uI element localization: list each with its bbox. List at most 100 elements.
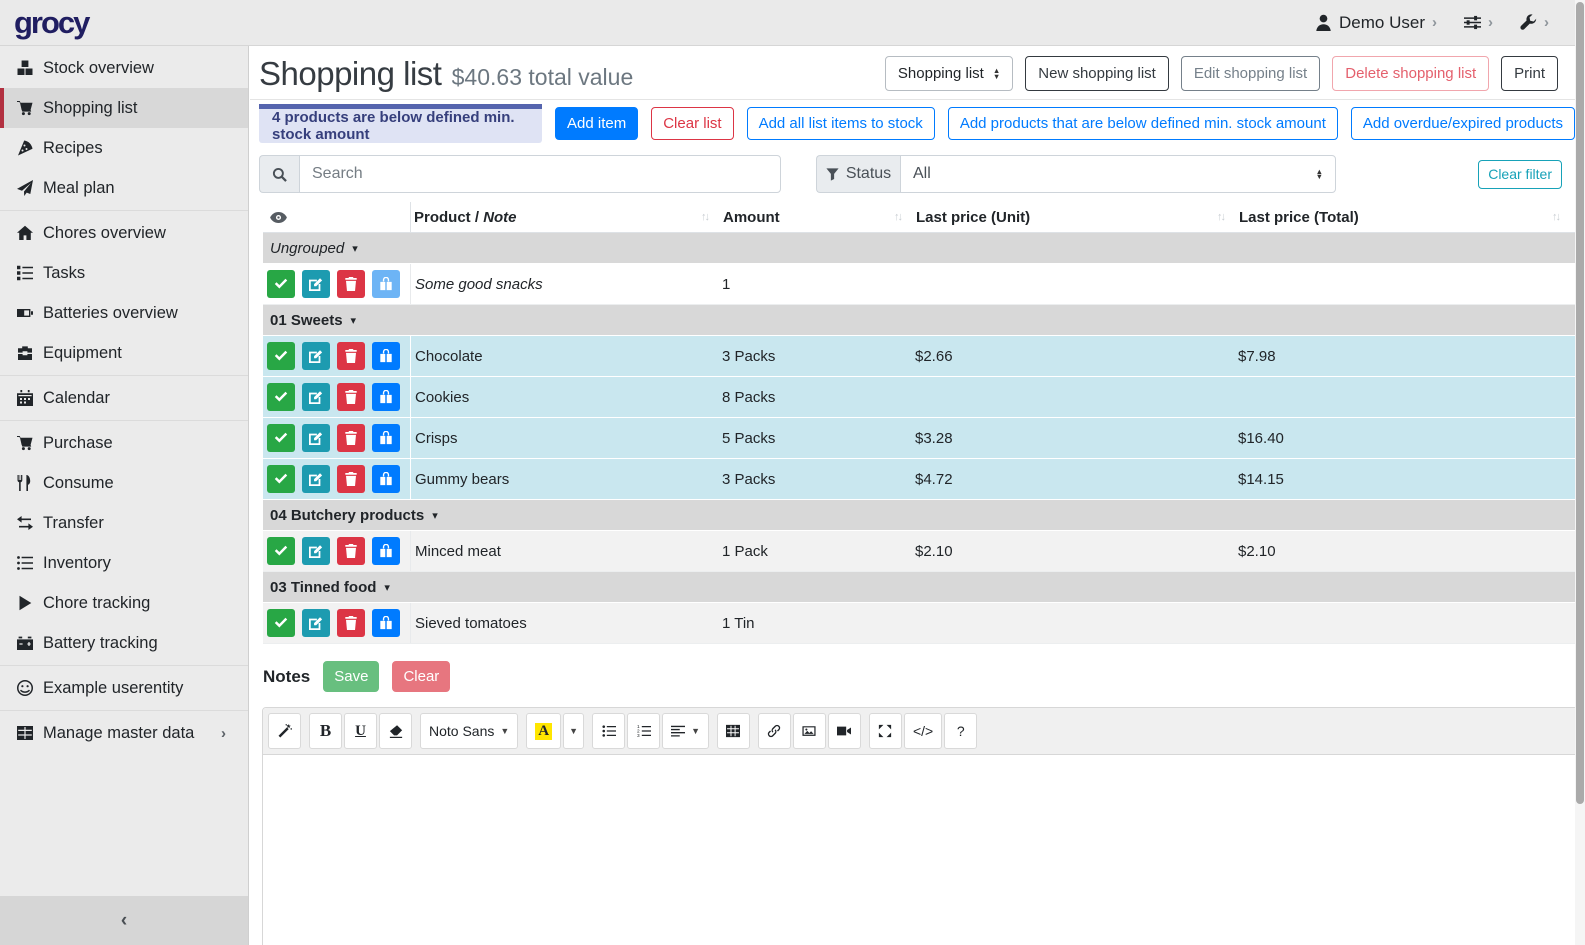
edit-shopping-list-button[interactable]: Edit shopping list [1181,56,1320,91]
new-shopping-list-button[interactable]: New shopping list [1025,56,1169,91]
delete-item-button[interactable] [337,383,365,411]
column-header-product[interactable]: Product / Note ↑↓ [411,202,720,232]
sidebar-item-tasks[interactable]: Tasks [0,253,248,293]
print-button[interactable]: Print [1501,56,1558,91]
edit-item-button[interactable] [302,342,330,370]
add-to-stock-button[interactable] [372,465,400,493]
delete-item-button[interactable] [337,270,365,298]
status-filter-select[interactable]: All ▲▼ [900,155,1336,193]
sidebar-item-recipes[interactable]: Recipes [0,128,248,168]
sidebar-item-equipment[interactable]: Equipment [0,333,248,373]
column-header-last-price-total[interactable]: Last price (Total) ↑↓ [1236,202,1575,232]
product-group-row[interactable]: Ungrouped ▾ [263,233,1575,264]
help-button[interactable]: ? [944,713,977,749]
sidebar-item-chore-tracking[interactable]: Chore tracking [0,583,248,623]
app-logo[interactable]: grocy [14,5,88,41]
delete-item-button[interactable] [337,424,365,452]
remove-format-button[interactable] [379,713,412,749]
product-group-row[interactable]: 01 Sweets ▾ [263,305,1575,336]
insert-link-button[interactable] [758,713,791,749]
add-item-button[interactable]: Add item [555,107,638,140]
add-all-to-stock-button[interactable]: Add all list items to stock [747,107,935,140]
mark-done-button[interactable] [267,609,295,637]
sidebar-item-stock-overview[interactable]: Stock overview [0,48,248,88]
magic-style-button[interactable] [268,713,301,749]
mark-done-button[interactable] [267,270,295,298]
main-scrollbar[interactable] [1575,0,1585,945]
underline-button[interactable]: U [344,713,377,749]
code-view-button[interactable]: </> [904,713,942,749]
edit-item-button[interactable] [302,537,330,565]
sort-icon: ↑↓ [701,211,708,223]
sidebar-item-manage-master-data[interactable]: Manage master data › [0,713,248,753]
add-to-stock-button[interactable] [372,609,400,637]
mark-done-button[interactable] [267,424,295,452]
shopping-bag-icon [379,431,393,445]
visibility-column-header[interactable] [263,202,411,232]
edit-item-button[interactable] [302,465,330,493]
sidebar-item-example-userentity[interactable]: Example userentity [0,668,248,708]
delete-shopping-list-button[interactable]: Delete shopping list [1332,56,1489,91]
insert-video-button[interactable] [828,713,861,749]
add-below-min-stock-button[interactable]: Add products that are below defined min.… [948,107,1338,140]
sidebar-item-calendar[interactable]: Calendar [0,378,248,418]
add-to-stock-button[interactable] [372,270,400,298]
clear-filter-button[interactable]: Clear filter [1478,160,1562,189]
sidebar-item-purchase[interactable]: Purchase [0,423,248,463]
user-menu[interactable]: Demo User › [1315,13,1437,33]
mark-done-button[interactable] [267,465,295,493]
sidebar-item-chores-overview[interactable]: Chores overview [0,213,248,253]
clear-list-button[interactable]: Clear list [651,107,733,140]
mark-done-button[interactable] [267,342,295,370]
save-notes-button[interactable]: Save [323,661,379,692]
ordered-list-button[interactable]: 123 [627,713,660,749]
delete-item-button[interactable] [337,537,365,565]
column-header-amount[interactable]: Amount ↑↓ [720,202,913,232]
column-header-last-price-unit[interactable]: Last price (Unit) ↑↓ [913,202,1236,232]
add-to-stock-button[interactable] [372,424,400,452]
below-min-stock-alert[interactable]: 4 products are below defined min. stock … [259,104,542,143]
sidebar-item-battery-tracking[interactable]: Battery tracking [0,623,248,663]
product-group-name: Ungrouped [270,240,344,257]
sidebar-item-inventory[interactable]: Inventory [0,543,248,583]
search-input[interactable] [299,155,781,193]
edit-item-button[interactable] [302,383,330,411]
add-to-stock-button[interactable] [372,342,400,370]
font-color-caret-button[interactable]: ▼ [563,713,584,749]
fullscreen-button[interactable] [869,713,902,749]
sidebar-item-shopping-list[interactable]: Shopping list [0,88,248,128]
expand-arrows-icon [878,724,892,738]
sidebar-item-consume[interactable]: Consume [0,463,248,503]
delete-item-button[interactable] [337,609,365,637]
edit-item-button[interactable] [302,270,330,298]
edit-item-button[interactable] [302,424,330,452]
sidebar-item-transfer[interactable]: Transfer [0,503,248,543]
edit-item-button[interactable] [302,609,330,637]
last-price-total: $7.98 [1236,336,1575,376]
add-to-stock-button[interactable] [372,383,400,411]
sidebar-item-batteries-overview[interactable]: Batteries overview [0,293,248,333]
delete-item-button[interactable] [337,465,365,493]
admin-menu[interactable]: › [1520,14,1549,31]
font-color-button[interactable]: A [526,713,561,749]
insert-table-button[interactable] [717,713,750,749]
insert-picture-button[interactable] [793,713,826,749]
product-group-row[interactable]: 04 Butchery products ▾ [263,500,1575,531]
mark-done-button[interactable] [267,383,295,411]
delete-item-button[interactable] [337,342,365,370]
shopping-list-select[interactable]: Shopping list ▲▼ [885,56,1013,91]
add-overdue-button[interactable]: Add overdue/expired products [1351,107,1575,140]
scrollbar-thumb[interactable] [1576,2,1584,804]
clear-notes-button[interactable]: Clear [392,661,450,692]
notes-edit-area[interactable] [263,755,1577,945]
product-group-row[interactable]: 03 Tinned food ▾ [263,572,1575,603]
font-family-dropdown[interactable]: Noto Sans▼ [420,713,518,749]
unordered-list-button[interactable] [592,713,625,749]
paragraph-align-button[interactable]: ▼ [662,713,709,749]
add-to-stock-button[interactable] [372,537,400,565]
settings-menu[interactable]: › [1464,14,1493,31]
sidebar-item-meal-plan[interactable]: Meal plan [0,168,248,208]
bold-button[interactable]: B [309,713,342,749]
sidebar-collapse-button[interactable]: ‹ [0,896,248,945]
mark-done-button[interactable] [267,537,295,565]
